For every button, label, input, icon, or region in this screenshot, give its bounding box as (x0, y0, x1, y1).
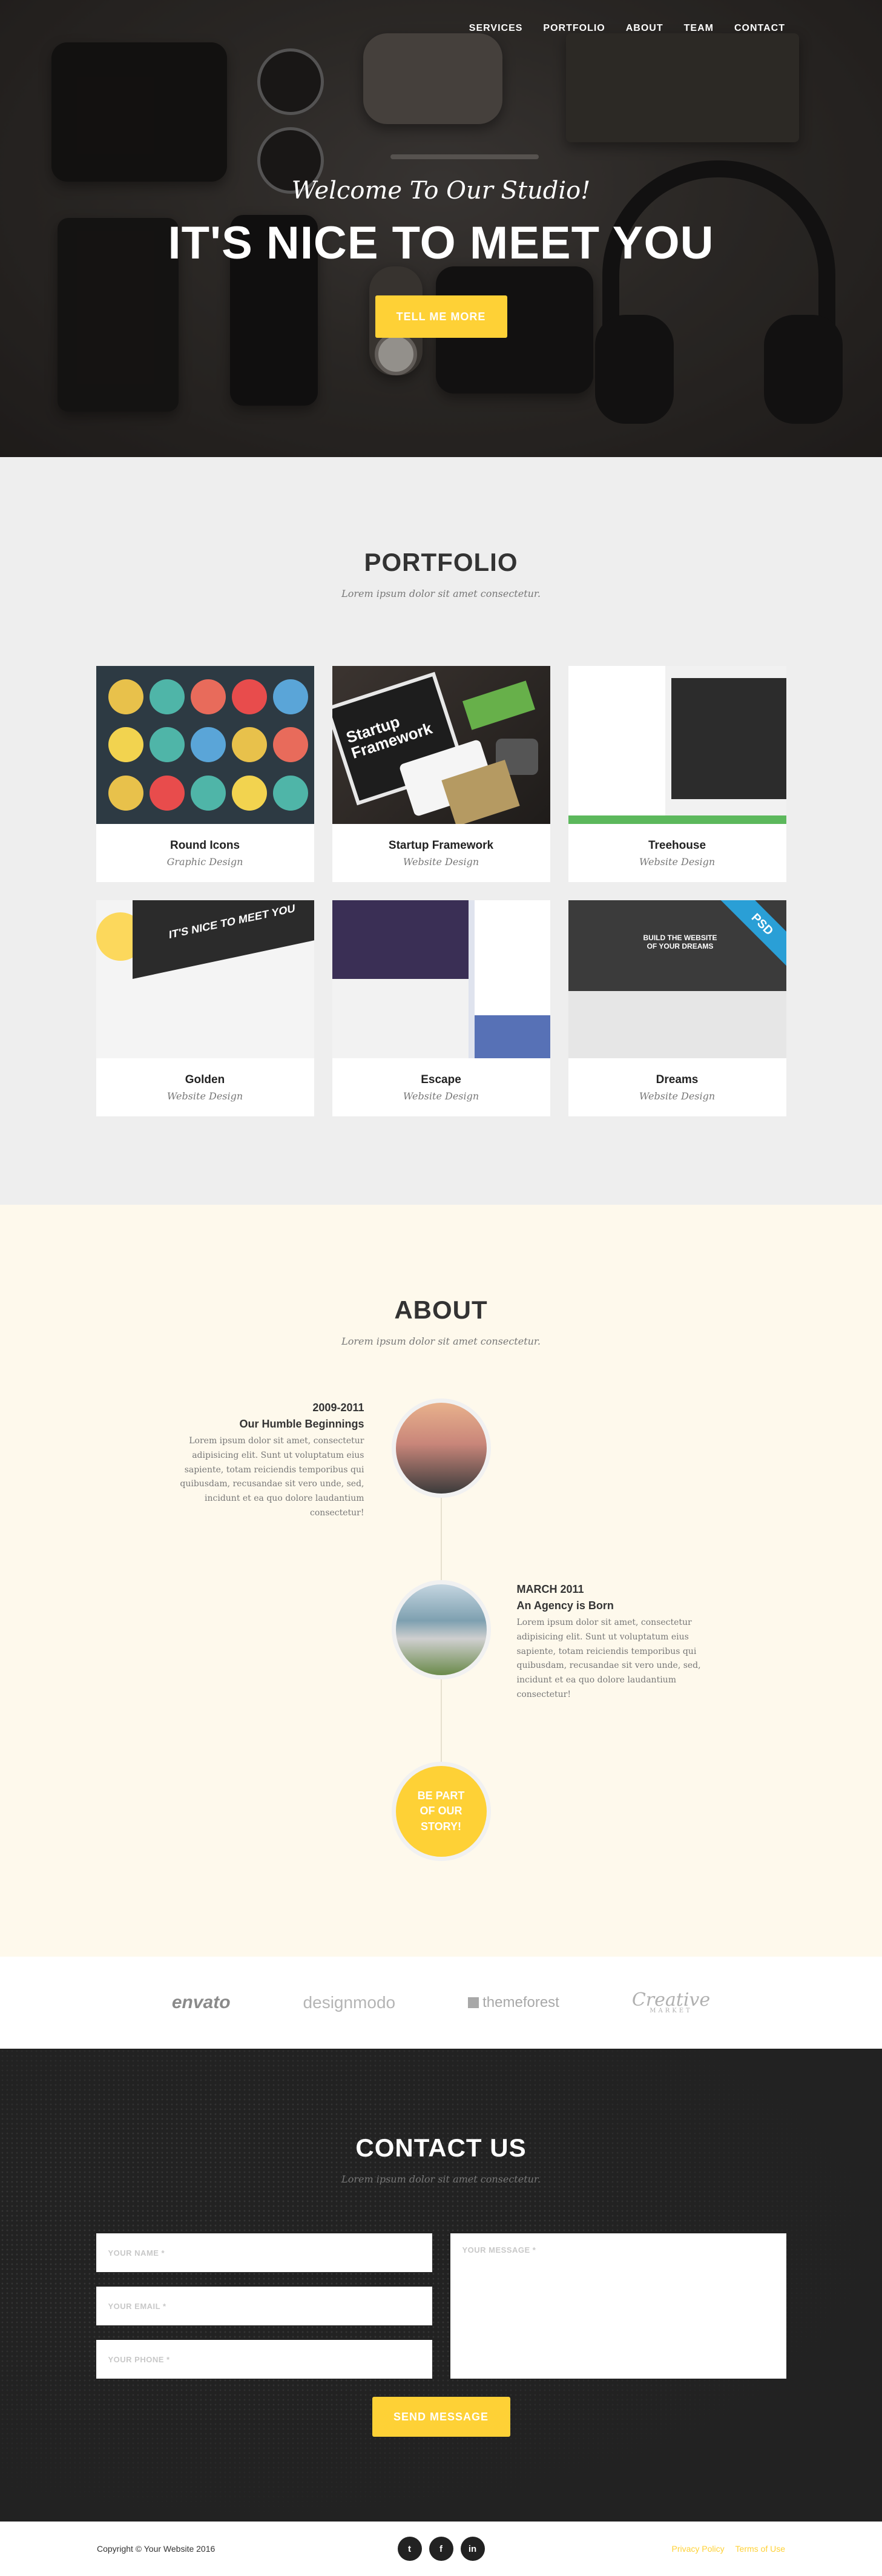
timeline-date: 2009-2011 (312, 1402, 364, 1414)
twitter-icon[interactable]: t (397, 2537, 422, 2561)
portfolio-item-category: Website Design (403, 856, 479, 868)
hero-heading: IT'S NICE TO MEET YOU (168, 217, 714, 269)
copyright-text: Copyright © Your Website 2016 (97, 2544, 216, 2554)
themeforest-logo[interactable]: themeforest (468, 1994, 559, 2011)
phone-input[interactable] (96, 2340, 432, 2379)
email-input[interactable] (96, 2287, 432, 2325)
timeline-entry-1: 2009-2011 Our Humble Beginnings Lorem ip… (159, 1402, 364, 1521)
timeline-body: Lorem ipsum dolor sit amet, consectetur … (516, 1618, 701, 1699)
timeline-date: MARCH 2011 (516, 1583, 584, 1595)
timeline-image-mountains (391, 1398, 491, 1498)
golden-thumbnail: IT'S NICE TO MEET YOU (96, 900, 314, 1058)
portfolio-item-escape[interactable]: Escape Website Design (332, 900, 550, 1116)
round-icon (231, 776, 267, 811)
portfolio-item-title: Golden (185, 1073, 225, 1086)
portfolio-item-title: Treehouse (648, 839, 706, 852)
timeline-image-airplane (391, 1580, 491, 1679)
main-nav: SERVICES PORTFOLIO ABOUT TEAM CONTACT (469, 23, 785, 34)
facebook-icon[interactable]: f (429, 2537, 453, 2561)
name-input[interactable] (96, 2233, 432, 2272)
portfolio-item-category: Website Design (166, 1090, 243, 1102)
portfolio-item-title: Round Icons (169, 839, 240, 852)
nav-about[interactable]: ABOUT (626, 23, 663, 34)
round-icon (108, 727, 143, 763)
timeline-heading: Our Humble Beginnings (239, 1418, 364, 1430)
footer-links: Privacy Policy Terms of Use (555, 2544, 786, 2554)
contact-form: SEND MESSAGE (96, 2233, 786, 2437)
about-section: ABOUT Lorem ipsum dolor sit amet consect… (0, 1205, 882, 1957)
timeline-body: Lorem ipsum dolor sit amet, consectetur … (180, 1436, 364, 1518)
message-textarea[interactable] (450, 2233, 786, 2379)
round-icon (149, 727, 185, 763)
creative-market-logo[interactable]: Creative MARKET (632, 1991, 710, 2014)
be-part-of-our-story-button[interactable]: BE PART OF OUR STORY! (391, 1762, 491, 1861)
hero-section: SERVICES PORTFOLIO ABOUT TEAM CONTACT We… (0, 0, 882, 457)
hero-subheading: Welcome To Our Studio! (291, 177, 591, 205)
portfolio-item-title: Dreams (656, 1073, 699, 1086)
portfolio-item-title: Escape (421, 1073, 461, 1086)
dreams-thumbnail: BUILD THE WEBSITE OF YOUR DREAMS PSD (568, 900, 786, 1058)
round-icon (190, 727, 226, 763)
portfolio-item-treehouse[interactable]: Treehouse Website Design (568, 666, 786, 882)
tell-me-more-button[interactable]: TELL ME MORE (375, 295, 507, 338)
nav-portfolio[interactable]: PORTFOLIO (543, 23, 605, 34)
terms-of-use-link[interactable]: Terms of Use (736, 2544, 785, 2554)
round-icon (272, 776, 308, 811)
nav-contact[interactable]: CONTACT (734, 23, 785, 34)
social-links: t f in (327, 2537, 555, 2561)
thumbnail-text: Startup Framework (343, 712, 435, 763)
portfolio-item-golden[interactable]: IT'S NICE TO MEET YOU Golden Website Des… (96, 900, 314, 1116)
contact-section: CONTACT US Lorem ipsum dolor sit amet co… (0, 2049, 882, 2522)
escape-thumbnail (332, 900, 550, 1058)
startup-framework-thumbnail: Startup Framework (332, 666, 550, 824)
round-icon (272, 727, 308, 763)
about-subtitle: Lorem ipsum dolor sit amet consectetur. (341, 1336, 541, 1347)
contact-title: CONTACT US (355, 2133, 527, 2162)
portfolio-item-category: Website Design (403, 1090, 479, 1102)
portfolio-item-dreams[interactable]: BUILD THE WEBSITE OF YOUR DREAMS PSD Dre… (568, 900, 786, 1116)
footer: Copyright © Your Website 2016 t f in Pri… (0, 2522, 882, 2576)
timeline-heading: An Agency is Born (516, 1599, 614, 1612)
linkedin-icon[interactable]: in (460, 2537, 485, 2561)
round-icon (108, 776, 143, 811)
clients-section: envato designmodo themeforest Creative MA… (0, 1957, 882, 2049)
cta-line: BE PART (417, 1790, 465, 1802)
cta-line: STORY! (420, 1820, 461, 1833)
timeline-entry-2: MARCH 2011 An Agency is Born Lorem ipsum… (517, 1583, 723, 1702)
cta-line: OF OUR (420, 1805, 462, 1817)
portfolio-item-round-icons[interactable]: Round Icons Graphic Design (96, 666, 314, 882)
send-message-button[interactable]: SEND MESSAGE (372, 2397, 510, 2437)
nav-team[interactable]: TEAM (684, 23, 714, 34)
round-icon (190, 776, 226, 811)
portfolio-item-startup-framework[interactable]: Startup Framework Startup Framework Webs… (332, 666, 550, 882)
envato-logo[interactable]: envato (172, 1992, 231, 2013)
portfolio-section: PORTFOLIO Lorem ipsum dolor sit amet con… (0, 457, 882, 1205)
round-icon (190, 679, 226, 714)
treehouse-thumbnail (568, 666, 786, 824)
thumbnail-text: BUILD THE WEBSITE OF YOUR DREAMS (643, 934, 717, 950)
portfolio-grid: Round Icons Graphic Design Startup Frame… (96, 666, 786, 1116)
portfolio-item-category: Graphic Design (166, 856, 243, 868)
round-icons-thumbnail (96, 666, 314, 824)
themeforest-icon (468, 1997, 479, 2008)
round-icon (231, 679, 267, 714)
portfolio-item-category: Website Design (639, 1090, 716, 1102)
round-icon (272, 679, 308, 714)
round-icon (149, 679, 185, 714)
contact-subtitle: Lorem ipsum dolor sit amet consectetur. (341, 2173, 541, 2185)
thumbnail-text: IT'S NICE TO MEET YOU (168, 901, 295, 941)
portfolio-subtitle: Lorem ipsum dolor sit amet consectetur. (341, 588, 541, 599)
round-icon (231, 727, 267, 763)
themeforest-label: themeforest (482, 1994, 559, 2011)
round-icon (149, 776, 185, 811)
privacy-policy-link[interactable]: Privacy Policy (672, 2544, 725, 2554)
about-title: ABOUT (394, 1296, 488, 1324)
portfolio-title: PORTFOLIO (364, 548, 518, 576)
round-icon (108, 679, 143, 714)
designmodo-logo[interactable]: designmodo (303, 1993, 396, 2012)
nav-services[interactable]: SERVICES (469, 23, 523, 34)
portfolio-item-category: Website Design (639, 856, 716, 868)
portfolio-item-title: Startup Framework (388, 839, 494, 852)
